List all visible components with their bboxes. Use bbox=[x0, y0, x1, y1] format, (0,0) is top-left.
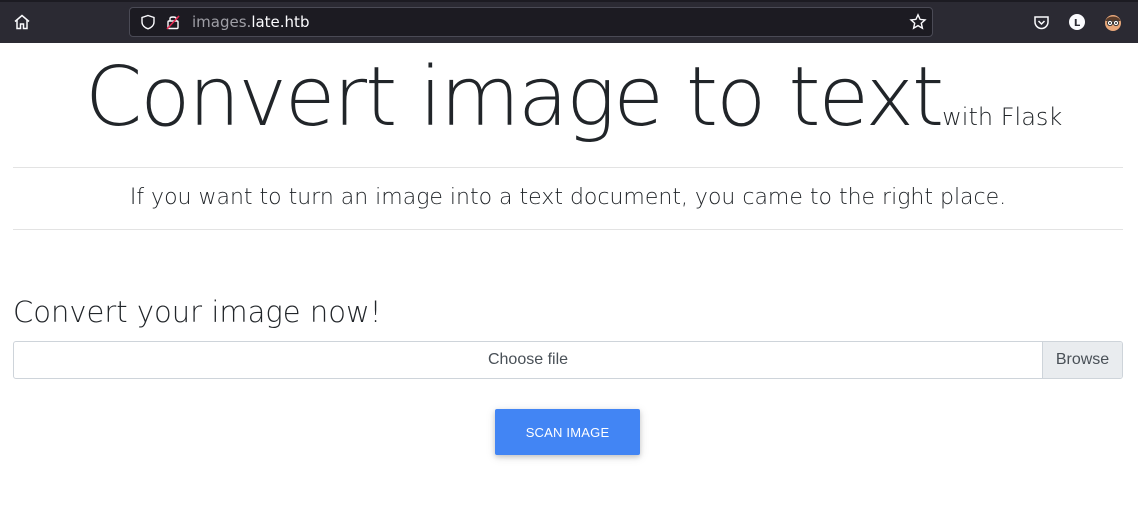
browse-button[interactable]: Browse bbox=[1042, 342, 1122, 378]
extension-icon[interactable] bbox=[1101, 10, 1125, 34]
svg-text:L: L bbox=[1074, 18, 1081, 29]
page-subtitle: with Flask bbox=[942, 103, 1063, 131]
home-icon[interactable] bbox=[10, 10, 34, 34]
file-input-label[interactable]: Choose file bbox=[14, 342, 1042, 378]
file-input[interactable]: Choose file Browse bbox=[13, 341, 1123, 379]
scan-image-button[interactable]: SCAN IMAGE bbox=[495, 409, 640, 455]
page-title: Convert image to textwith Flask bbox=[85, 50, 1062, 145]
url-subdomain: images. bbox=[192, 13, 252, 31]
shield-icon[interactable] bbox=[136, 10, 160, 34]
divider-top bbox=[13, 167, 1123, 168]
pocket-icon[interactable] bbox=[1029, 10, 1053, 34]
lead-text: If you want to turn an image into a text… bbox=[129, 185, 1007, 210]
browser-toolbar: images.late.htb L bbox=[0, 0, 1138, 43]
bookmark-star-icon[interactable] bbox=[906, 10, 930, 34]
url-bar[interactable]: images.late.htb bbox=[129, 7, 933, 37]
divider-bottom bbox=[13, 229, 1123, 230]
section-title: Convert your image now! bbox=[13, 295, 382, 329]
insecure-lock-icon[interactable] bbox=[161, 10, 185, 34]
toolbar-top-border bbox=[0, 0, 1138, 2]
url-text[interactable]: images.late.htb bbox=[192, 14, 309, 31]
account-avatar-icon[interactable]: L bbox=[1065, 10, 1089, 34]
url-host: late.htb bbox=[251, 13, 310, 31]
page-title-text: Convert image to text bbox=[85, 50, 944, 145]
